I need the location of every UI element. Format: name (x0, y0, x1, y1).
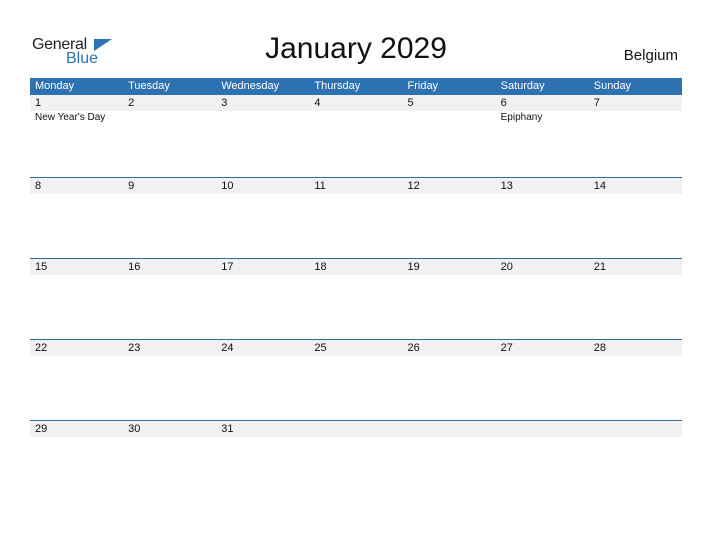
holiday-label (403, 111, 496, 125)
day-number: 11 (314, 180, 326, 192)
country-label: Belgium (623, 47, 678, 64)
week-row: 29 30 31 (30, 420, 682, 501)
day-number: 30 (128, 423, 141, 435)
day-number-row: 22 23 24 25 26 27 28 (30, 340, 682, 356)
day-number-row: 29 30 31 (30, 421, 682, 437)
week-row: 8 9 10 11 12 13 14 (30, 177, 682, 258)
day-number: 13 (500, 180, 513, 192)
day-number: 19 (407, 261, 420, 273)
day-number: 26 (407, 342, 420, 354)
holiday-label: Epiphany (500, 112, 543, 123)
weekday-wednesday: Wednesday (221, 80, 280, 92)
holiday-label: New Year's Day (35, 112, 106, 123)
weekday-thursday: Thursday (314, 80, 361, 92)
week-row: 1 2 3 4 5 6 7 New Year's Day Epiphany (30, 95, 682, 177)
calendar-grid: Monday Tuesday Wednesday Thursday Friday… (30, 78, 682, 501)
weekday-header: Monday Tuesday Wednesday Thursday Friday… (30, 78, 682, 95)
day-number: 2 (128, 97, 135, 109)
weekday-saturday: Saturday (500, 80, 545, 92)
weekday-sunday: Sunday (593, 80, 632, 92)
holiday-label (309, 111, 402, 125)
page-title: January 2029 (265, 32, 447, 65)
day-number: 7 (593, 97, 600, 109)
day-number: 15 (35, 261, 48, 273)
holiday-label (589, 111, 682, 125)
day-number: 25 (314, 342, 327, 354)
day-number: 3 (221, 97, 228, 109)
event-row: New Year's Day Epiphany (30, 111, 682, 125)
day-number: 28 (593, 342, 606, 354)
day-number: 17 (221, 261, 234, 273)
day-number: 21 (593, 261, 606, 273)
day-number: 8 (35, 180, 42, 192)
day-number: 12 (407, 180, 420, 192)
day-number-row: 1 2 3 4 5 6 7 (30, 95, 682, 111)
day-number: 31 (221, 423, 234, 435)
day-number-row: 8 9 10 11 12 13 14 (30, 178, 682, 194)
day-number (309, 421, 402, 437)
week-row: 15 16 17 18 19 20 21 (30, 258, 682, 339)
day-number: 18 (314, 261, 327, 273)
day-number: 20 (500, 261, 513, 273)
day-number (403, 421, 496, 437)
holiday-label (123, 111, 216, 125)
day-number: 27 (500, 342, 513, 354)
day-number-row: 15 16 17 18 19 20 21 (30, 259, 682, 275)
day-number: 14 (593, 180, 606, 192)
weekday-monday: Monday (35, 80, 75, 92)
day-number: 24 (221, 342, 234, 354)
day-number: 9 (128, 180, 135, 192)
day-number (589, 421, 682, 437)
day-number: 22 (35, 342, 48, 354)
day-number: 16 (128, 261, 141, 273)
holiday-label (216, 111, 309, 125)
week-row: 22 23 24 25 26 27 28 (30, 339, 682, 420)
day-number: 1 (35, 97, 42, 109)
day-number: 29 (35, 423, 48, 435)
day-number: 23 (128, 342, 141, 354)
day-number: 10 (221, 180, 234, 192)
day-number (496, 421, 589, 437)
day-number: 4 (314, 97, 321, 109)
day-number: 6 (500, 97, 507, 109)
weekday-tuesday: Tuesday (128, 80, 170, 92)
weekday-friday: Friday (407, 80, 439, 92)
day-number: 5 (407, 97, 414, 109)
